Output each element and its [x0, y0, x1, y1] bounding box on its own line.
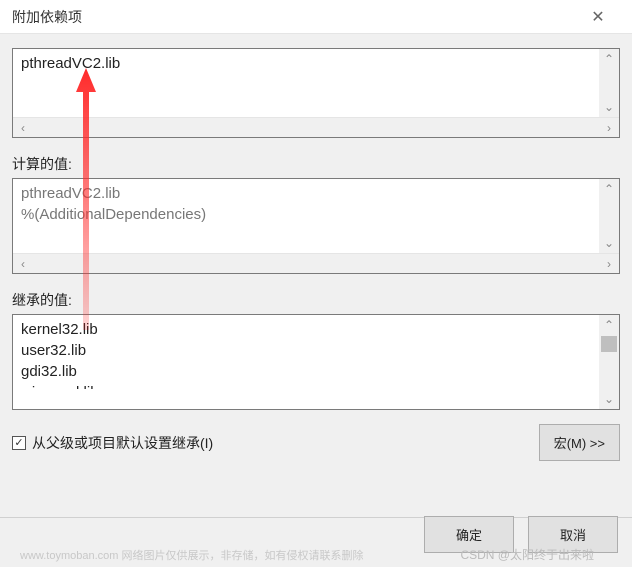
- scrollbar-thumb[interactable]: [601, 336, 617, 352]
- horizontal-scrollbar[interactable]: ‹ ›: [13, 117, 619, 137]
- close-button[interactable]: ✕: [576, 0, 620, 34]
- titlebar: 附加依赖项 ✕: [0, 0, 632, 34]
- inherit-row: ✓ 从父级或项目默认设置继承(I) 宏(M) >>: [12, 424, 620, 461]
- computed-values-box: pthreadVC2.lib %(AdditionalDependencies)…: [12, 178, 620, 274]
- dependencies-input-text: pthreadVC2.lib: [13, 49, 619, 117]
- vertical-scrollbar[interactable]: ⌃ ⌄: [599, 179, 619, 253]
- vertical-scrollbar[interactable]: ⌃ ⌄: [599, 49, 619, 117]
- vertical-scrollbar[interactable]: ⌃ ⌄: [599, 315, 619, 409]
- inherited-value-item: winspool.lib: [21, 382, 595, 389]
- computed-values-label: 计算的值:: [12, 154, 620, 174]
- watermark-right: CSDN @太阳终于出来啦: [460, 546, 594, 563]
- check-icon: ✓: [14, 436, 23, 449]
- close-icon: ✕: [591, 7, 604, 27]
- scroll-down-icon: ⌄: [599, 389, 619, 409]
- scroll-right-icon: ›: [599, 118, 619, 138]
- dialog-content: pthreadVC2.lib ⌃ ⌄ ‹ › 计算的值: pthreadVC2.…: [0, 34, 632, 461]
- computed-value-line: pthreadVC2.lib: [21, 183, 611, 204]
- window-title: 附加依赖项: [12, 7, 82, 27]
- scroll-up-icon: ⌃: [599, 179, 619, 199]
- inherited-value-item: user32.lib: [21, 340, 595, 361]
- watermark-left: www.toymoban.com 网络图片仅供展示，非存储，如有侵权请联系删除: [20, 547, 363, 563]
- scroll-down-icon: ⌄: [599, 97, 619, 117]
- scroll-up-icon: ⌃: [599, 49, 619, 69]
- scroll-up-icon: ⌃: [599, 315, 619, 335]
- computed-value-line: %(AdditionalDependencies): [21, 204, 611, 225]
- dependencies-input-box[interactable]: pthreadVC2.lib ⌃ ⌄ ‹ ›: [12, 48, 620, 138]
- inherited-value-item: kernel32.lib: [21, 319, 595, 340]
- scroll-down-icon: ⌄: [599, 233, 619, 253]
- inherited-values-box: kernel32.lib user32.lib gdi32.lib winspo…: [12, 314, 620, 410]
- macros-button[interactable]: 宏(M) >>: [539, 424, 620, 461]
- inherit-checkbox[interactable]: ✓: [12, 436, 26, 450]
- scroll-left-icon: ‹: [13, 118, 33, 138]
- horizontal-scrollbar[interactable]: ‹ ›: [13, 253, 619, 273]
- inherited-value-item: gdi32.lib: [21, 361, 595, 382]
- scroll-right-icon: ›: [599, 254, 619, 274]
- inherited-values-label: 继承的值:: [12, 290, 620, 310]
- scroll-left-icon: ‹: [13, 254, 33, 274]
- inherit-checkbox-label: 从父级或项目默认设置继承(I): [32, 433, 213, 453]
